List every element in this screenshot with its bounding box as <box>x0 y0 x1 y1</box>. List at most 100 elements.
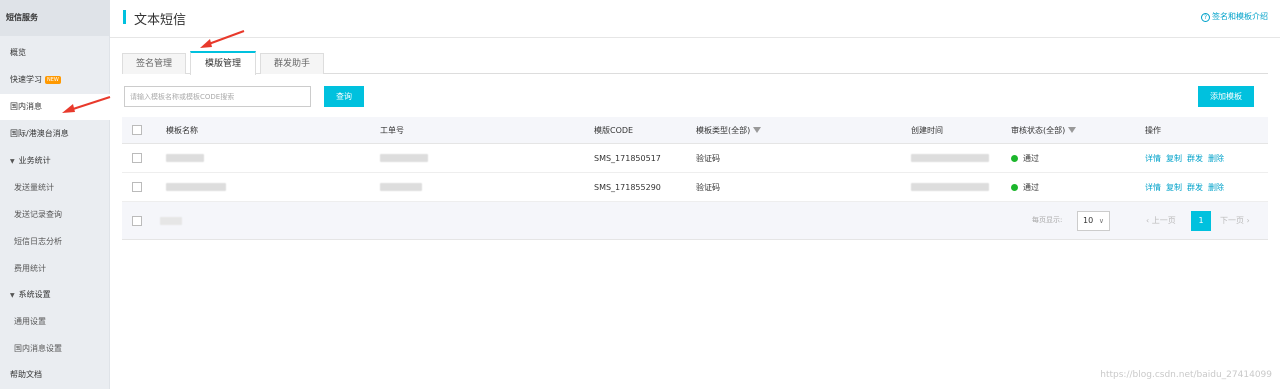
created-time-redacted <box>911 144 989 172</box>
copy-link[interactable]: 复制 <box>1166 153 1182 164</box>
status-badge: 通过 <box>1011 144 1039 172</box>
col-header-created: 创建时间 <box>911 125 943 135</box>
next-page-button[interactable]: 下一页 › <box>1220 215 1250 226</box>
row-actions: 详情 复制 群发 删除 <box>1145 144 1229 172</box>
next-page-label: 下一页 <box>1220 216 1244 225</box>
sidebar-item-general-settings[interactable]: 通用设置 <box>0 309 110 335</box>
created-time-redacted <box>911 173 989 201</box>
new-badge: NEW <box>45 75 61 84</box>
filter-icon[interactable] <box>1068 127 1077 133</box>
ticket-number-redacted <box>380 144 428 172</box>
prev-page-button[interactable]: ‹ 上一页 <box>1146 215 1176 226</box>
sidebar-item-overview[interactable]: 概览 <box>0 40 110 66</box>
sidebar-item-label: 概览 <box>10 48 26 57</box>
page-number-current[interactable]: 1 <box>1191 211 1211 231</box>
delete-link[interactable]: 删除 <box>1208 153 1224 164</box>
sidebar-item-label: 通用设置 <box>14 317 46 326</box>
col-header-ticket: 工单号 <box>380 125 404 135</box>
row-actions: 详情 复制 群发 删除 <box>1145 173 1229 201</box>
annotation-arrow-icon <box>62 96 111 113</box>
sidebar-item-quick-learn[interactable]: 快速学习 NEW <box>0 67 110 93</box>
prev-page-label: 上一页 <box>1151 216 1176 225</box>
col-header-actions: 操作 <box>1145 125 1161 135</box>
sidebar-item-label: 国际/港澳台消息 <box>10 129 69 138</box>
table-header: 模板名称 工单号 模版CODE 模板类型(全部) 创建时间 审核状态(全部) 操… <box>122 117 1268 144</box>
sidebar-item-label: 发送记录查询 <box>14 210 62 219</box>
table-footer: 每页显示: 10 ∨ ‹ 上一页 1 下一页 › <box>122 202 1268 240</box>
bulk-send-link[interactable]: 群发 <box>1187 153 1203 164</box>
chevron-down-icon: ∨ <box>1098 217 1104 225</box>
sidebar-item-send-volume[interactable]: 发送量统计 <box>0 175 110 201</box>
detail-link[interactable]: 详情 <box>1145 153 1161 164</box>
sidebar-item-international[interactable]: 国际/港澳台消息 <box>0 121 110 147</box>
col-header-name: 模板名称 <box>166 125 198 135</box>
sidebar-item-label: 国内消息 <box>10 102 42 111</box>
filter-icon[interactable] <box>753 127 762 133</box>
sidebar-item-domestic-settings[interactable]: 国内消息设置 <box>0 336 110 362</box>
sidebar-item-label: 帮助文档 <box>10 370 42 379</box>
help-link[interactable]: ? 签名和模板介绍 <box>1201 11 1268 22</box>
page-header: 文本短信 ? 签名和模板介绍 <box>110 0 1280 38</box>
chevron-right-icon: › <box>1244 216 1250 225</box>
detail-link[interactable]: 详情 <box>1145 182 1161 193</box>
sidebar-item-label: 发送量统计 <box>14 183 54 192</box>
row-checkbox[interactable] <box>132 182 142 192</box>
ticket-number-redacted <box>380 173 422 201</box>
bulk-send-link[interactable]: 群发 <box>1187 182 1203 193</box>
page-size-value: 10 <box>1083 216 1094 225</box>
template-type: 验证码 <box>696 182 720 192</box>
tab-template[interactable]: 模版管理 <box>190 51 256 75</box>
sidebar-group-system-settings[interactable]: ▼ 系统设置 <box>0 282 110 308</box>
annotation-arrow-icon <box>200 30 245 48</box>
sidebar-item-label: 业务统计 <box>18 156 51 165</box>
footer-select-all-checkbox[interactable] <box>132 216 142 226</box>
add-template-button[interactable]: 添加模板 <box>1198 86 1254 107</box>
sidebar-item-label: 费用统计 <box>14 264 46 273</box>
watermark: https://blog.csdn.net/baidu_27414099 <box>1100 370 1272 380</box>
page-size-label: 每页显示: <box>1032 216 1063 224</box>
sidebar-item-label: 系统设置 <box>18 290 51 299</box>
title-accent-bar <box>123 10 126 24</box>
caret-down-icon: ▼ <box>10 158 15 165</box>
sidebar-item-cost-stats[interactable]: 费用统计 <box>0 256 110 282</box>
col-header-type[interactable]: 模板类型(全部) <box>696 117 762 143</box>
table-row: SMS_171850517 验证码 通过 详情 复制 群发 删除 <box>122 144 1268 173</box>
delete-link[interactable]: 删除 <box>1208 182 1224 193</box>
sidebar-header: 短信服务 <box>0 0 109 36</box>
sidebar-item-help-docs[interactable]: 帮助文档 <box>0 362 110 388</box>
template-code: SMS_171850517 <box>594 153 661 163</box>
col-header-status-label: 审核状态(全部) <box>1011 125 1066 135</box>
template-name-redacted <box>166 144 204 172</box>
sidebar-item-log-analysis[interactable]: 短信日志分析 <box>0 229 110 255</box>
search-button[interactable]: 查询 <box>324 86 364 107</box>
col-header-type-label: 模板类型(全部) <box>696 125 751 135</box>
col-header-status[interactable]: 审核状态(全部) <box>1011 117 1077 143</box>
template-name-redacted <box>166 173 226 201</box>
row-checkbox[interactable] <box>132 153 142 163</box>
search-input[interactable] <box>124 86 311 107</box>
template-code: SMS_171855290 <box>594 182 661 192</box>
status-label: 通过 <box>1023 153 1039 163</box>
sidebar-item-send-records[interactable]: 发送记录查询 <box>0 202 110 228</box>
tab-bulk-send[interactable]: 群发助手 <box>260 53 324 74</box>
sidebar-group-business-stats[interactable]: ▼ 业务统计 <box>0 148 110 174</box>
template-type: 验证码 <box>696 153 720 163</box>
page-title: 文本短信 <box>134 13 187 28</box>
col-header-code: 模版CODE <box>594 125 634 135</box>
table-row: SMS_171855290 验证码 通过 详情 复制 群发 删除 <box>122 173 1268 202</box>
copy-link[interactable]: 复制 <box>1166 182 1182 193</box>
status-dot-icon <box>1011 154 1018 162</box>
help-link-label: 签名和模板介绍 <box>1212 12 1268 21</box>
tab-bar: 签名管理 模版管理 群发助手 <box>122 51 1268 75</box>
page-size-select[interactable]: 10 ∨ <box>1077 211 1110 231</box>
template-table: 模板名称 工单号 模版CODE 模板类型(全部) 创建时间 审核状态(全部) 操… <box>122 117 1268 240</box>
sidebar-item-label: 快速学习 <box>10 75 42 84</box>
tab-signature[interactable]: 签名管理 <box>122 53 186 74</box>
sidebar: 短信服务 概览 快速学习 NEW 国内消息 国际/港澳台消息 ▼ 业务统计 发送量统… <box>0 0 110 389</box>
bulk-action-redacted <box>160 202 182 240</box>
select-all-checkbox[interactable] <box>132 125 142 135</box>
status-badge: 通过 <box>1011 173 1039 201</box>
status-dot-icon <box>1011 183 1018 191</box>
status-label: 通过 <box>1023 182 1039 192</box>
sidebar-item-label: 国内消息设置 <box>14 344 62 353</box>
